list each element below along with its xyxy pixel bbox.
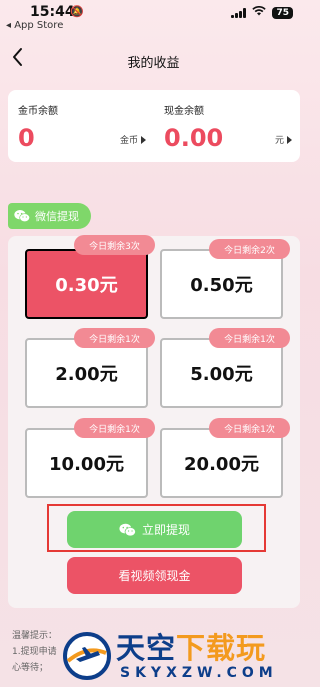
nav-bar: 我的收益 — [0, 46, 307, 76]
remaining-badge: 今日剩余1次 — [74, 328, 155, 348]
tips-line: 心等待； — [12, 663, 49, 673]
wechat-icon — [119, 523, 136, 536]
watch-video-label: 看视频领现金 — [118, 569, 191, 583]
watermark-title: 天空下载玩 — [116, 625, 266, 667]
amount-option[interactable]: 5.00元 — [160, 338, 283, 408]
amount-label: 0.50元 — [190, 275, 253, 296]
cash-unit-link[interactable]: 元 — [275, 133, 292, 146]
remaining-badge: 今日剩余2次 — [209, 239, 290, 259]
amount-label: 2.00元 — [55, 364, 118, 385]
remaining-badge: 今日剩余3次 — [74, 235, 155, 255]
status-bar: 15:44 🔕 ◂ App Store 75 — [0, 0, 307, 36]
amount-label: 10.00元 — [49, 454, 124, 475]
balance-card: 金币余额 0 金币 现金余额 0.00 元 — [8, 90, 300, 162]
watermark-domain: SKYXZW.COM — [120, 665, 278, 681]
tips-line: 1.提现申请 — [12, 647, 57, 657]
withdraw-now-button[interactable]: 立即提现 — [67, 511, 242, 548]
bell-muted-icon: 🔕 — [70, 5, 84, 18]
cash-unit-label: 元 — [274, 136, 284, 146]
site-watermark: 天空下载玩 SKYXZW.COM — [62, 625, 307, 687]
remaining-badge: 今日剩余1次 — [209, 418, 290, 438]
coin-balance: 金币余额 0 金币 — [8, 90, 154, 162]
withdraw-now-label: 立即提现 — [141, 523, 190, 537]
battery-indicator: 75 — [272, 6, 293, 19]
amount-label: 5.00元 — [190, 364, 253, 385]
wifi-icon — [252, 5, 267, 19]
amount-option[interactable]: 0.30元 — [25, 249, 148, 319]
remaining-badge: 今日剩余1次 — [74, 418, 155, 438]
cash-balance-value: 0.00 — [164, 124, 224, 152]
amount-label: 0.30元 — [55, 275, 118, 296]
remaining-badge: 今日剩余1次 — [209, 328, 290, 348]
amount-option[interactable]: 20.00元 — [160, 428, 283, 498]
coin-unit-label: 金币 — [119, 136, 138, 146]
watermark-title-orange: 下载玩 — [176, 631, 267, 665]
airplane-globe-logo-icon — [63, 632, 111, 680]
coin-balance-value: 0 — [18, 124, 35, 152]
cash-balance-label: 现金余额 — [164, 106, 204, 117]
watermark-title-blue: 天空 — [116, 631, 177, 665]
tab-wechat-withdraw[interactable]: 微信提现 — [8, 203, 91, 229]
status-time: 15:44 — [30, 4, 75, 20]
tips-heading: 温馨提示： — [12, 631, 58, 641]
tab-wechat-label: 微信提现 — [35, 210, 79, 223]
amount-label: 20.00元 — [184, 454, 259, 475]
amount-option[interactable]: 2.00元 — [25, 338, 148, 408]
coin-unit-link[interactable]: 金币 — [120, 133, 146, 146]
status-indicators: 75 — [231, 5, 293, 19]
amount-option[interactable]: 10.00元 — [25, 428, 148, 498]
amount-option[interactable]: 0.50元 — [160, 249, 283, 319]
caret-right-icon — [287, 135, 292, 144]
caret-right-icon — [141, 135, 146, 144]
page-title: 我的收益 — [127, 56, 180, 71]
wechat-icon — [14, 210, 30, 223]
cash-balance: 现金余额 0.00 元 — [154, 90, 300, 162]
coin-balance-label: 金币余额 — [18, 106, 58, 117]
watch-video-button[interactable]: 看视频领现金 — [67, 557, 242, 594]
back-to-app-store-link[interactable]: ◂ App Store — [6, 20, 63, 31]
tips-text: 温馨提示： 1.提现申请 心等待； — [12, 628, 57, 676]
cell-signal-icon — [231, 7, 247, 18]
